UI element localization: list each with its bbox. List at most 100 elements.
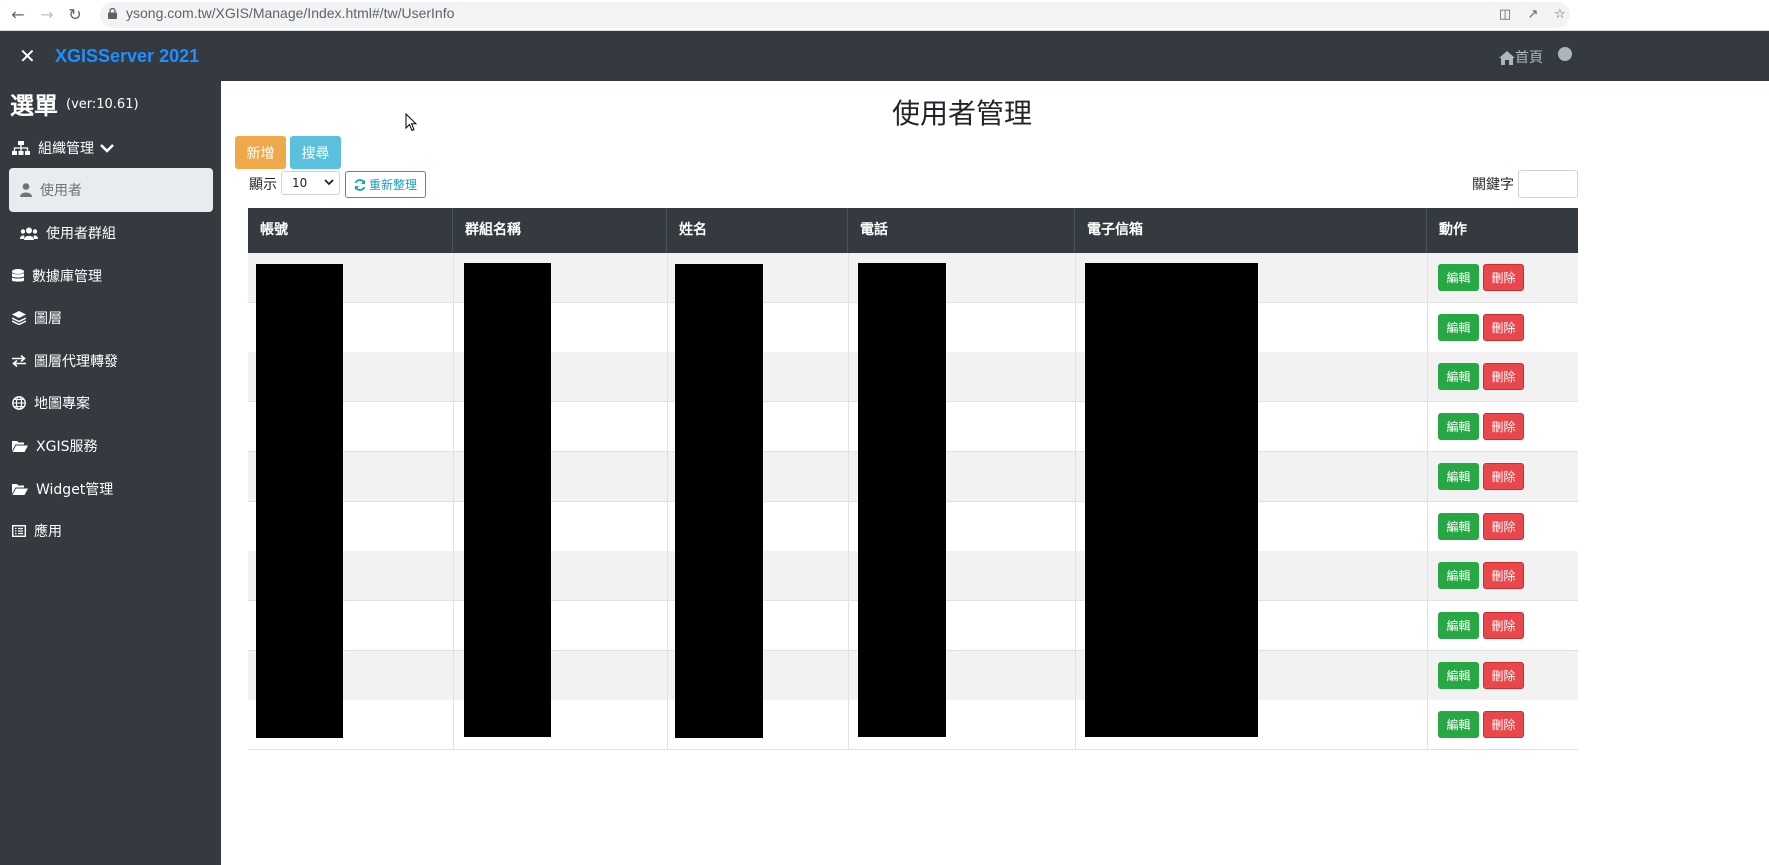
column-divider xyxy=(667,402,668,452)
redacted-block xyxy=(464,263,551,737)
column-divider xyxy=(1075,700,1076,750)
column-divider xyxy=(848,451,849,501)
column-header-email[interactable]: 電子信箱 xyxy=(1075,208,1427,253)
delete-button[interactable]: 刪除 xyxy=(1483,462,1524,490)
add-button[interactable]: 新增 xyxy=(235,136,286,169)
delete-button[interactable]: 刪除 xyxy=(1483,512,1524,540)
column-header-phone[interactable]: 電話 xyxy=(848,208,1075,253)
page-size-value: 10 xyxy=(292,176,308,190)
column-divider xyxy=(1427,650,1428,700)
column-divider xyxy=(453,551,454,601)
refresh-button[interactable]: 重新整理 xyxy=(345,171,426,198)
refresh-label: 重新整理 xyxy=(368,178,417,192)
edit-button[interactable]: 編輯 xyxy=(1438,264,1479,291)
forward-icon[interactable]: → xyxy=(37,5,57,25)
delete-button[interactable]: 刪除 xyxy=(1483,264,1524,291)
delete-button[interactable]: 刪除 xyxy=(1483,413,1524,441)
home-link[interactable]: 首頁 xyxy=(1499,47,1543,67)
sidebar-item-map-projects[interactable]: 地圖專案 xyxy=(12,391,90,415)
keyword-input[interactable] xyxy=(1518,170,1578,198)
sidebar-item-label: Widget管理 xyxy=(36,482,114,498)
user-icon xyxy=(20,183,32,197)
column-divider xyxy=(848,551,849,601)
column-divider xyxy=(848,700,849,750)
close-menu-icon[interactable]: ✕ xyxy=(19,46,37,66)
share-icon[interactable]: ↗ xyxy=(1524,6,1542,24)
column-divider xyxy=(1075,253,1076,302)
delete-button[interactable]: 刪除 xyxy=(1483,562,1524,590)
edit-button[interactable]: 編輯 xyxy=(1438,611,1479,639)
edit-button[interactable]: 編輯 xyxy=(1438,363,1479,391)
column-divider xyxy=(848,650,849,700)
back-icon[interactable]: ← xyxy=(8,5,28,25)
redacted-block xyxy=(675,264,763,738)
table-header: 帳號 群組名稱 姓名 電話 電子信箱 動作 xyxy=(248,208,1578,253)
sidebar-item-layer-proxy[interactable]: 圖層代理轉發 xyxy=(12,349,118,373)
column-divider xyxy=(667,600,668,650)
column-divider xyxy=(1427,600,1428,650)
brand-title[interactable]: XGISServer 2021 xyxy=(55,46,199,67)
column-divider xyxy=(1427,501,1428,551)
column-divider xyxy=(453,501,454,551)
bookmark-star-icon[interactable]: ☆ xyxy=(1551,6,1569,24)
sidebar-item-xgis-services[interactable]: XGIS服務 xyxy=(12,434,97,458)
users-icon xyxy=(20,227,38,240)
sidebar-item-database[interactable]: 數據庫管理 xyxy=(12,264,102,288)
show-label: 顯示 xyxy=(249,177,277,193)
column-divider xyxy=(1427,551,1428,601)
column-divider xyxy=(667,551,668,601)
sidebar-item-label: 組織管理 xyxy=(38,141,94,157)
column-divider xyxy=(667,253,668,302)
column-divider xyxy=(848,302,849,352)
delete-button[interactable]: 刪除 xyxy=(1483,611,1524,639)
delete-button[interactable]: 刪除 xyxy=(1483,661,1524,689)
chevron-down-icon xyxy=(324,179,334,186)
edit-button[interactable]: 編輯 xyxy=(1438,313,1479,341)
sidebar-item-user-groups[interactable]: 使用者群組 xyxy=(20,221,116,245)
sidebar-item-label: 地圖專案 xyxy=(34,396,90,412)
column-divider xyxy=(1075,402,1076,452)
edit-button[interactable]: 編輯 xyxy=(1438,562,1479,590)
sidebar-item-widget-management[interactable]: Widget管理 xyxy=(12,477,113,501)
sidebar-item-organization[interactable]: 組織管理 xyxy=(12,136,122,160)
database-icon xyxy=(12,269,24,282)
column-header-group-name[interactable]: 群組名稱 xyxy=(453,208,667,253)
keyword-label: 關鍵字 xyxy=(1472,177,1514,193)
page-size-select[interactable]: 10 xyxy=(281,171,340,195)
edit-button[interactable]: 編輯 xyxy=(1438,661,1479,689)
reload-icon[interactable]: ↻ xyxy=(65,5,85,25)
lock-icon xyxy=(108,8,117,19)
sidebar-item-layers[interactable]: 圖層 xyxy=(12,306,62,330)
edit-button[interactable]: 編輯 xyxy=(1438,711,1479,739)
exchange-icon xyxy=(12,355,26,367)
sidebar-item-users[interactable]: 使用者 xyxy=(9,168,213,212)
column-divider xyxy=(848,253,849,302)
list-icon xyxy=(12,525,26,537)
column-divider xyxy=(667,352,668,402)
sidebar-item-label: 應用 xyxy=(34,524,62,540)
delete-button[interactable]: 刪除 xyxy=(1483,313,1524,341)
translate-icon[interactable]: ◫ xyxy=(1496,6,1514,24)
column-divider xyxy=(453,352,454,402)
column-header-account[interactable]: 帳號 xyxy=(248,208,453,253)
column-divider xyxy=(1075,352,1076,402)
folder-open-icon xyxy=(12,484,28,495)
delete-button[interactable]: 刪除 xyxy=(1483,363,1524,391)
delete-button[interactable]: 刪除 xyxy=(1483,711,1524,739)
browser-toolbar: ← → ↻ ysong.com.tw/XGIS/Manage/Index.htm… xyxy=(0,0,1769,31)
url-text[interactable]: ysong.com.tw/XGIS/Manage/Index.html#/tw/… xyxy=(126,5,454,21)
user-account-icon[interactable] xyxy=(1558,47,1572,61)
refresh-icon xyxy=(354,178,366,191)
mouse-cursor-icon xyxy=(405,113,417,132)
sitemap-icon xyxy=(12,141,30,155)
column-divider xyxy=(1075,501,1076,551)
folder-open-icon xyxy=(12,441,28,452)
sidebar-item-applications[interactable]: 應用 xyxy=(12,519,62,543)
edit-button[interactable]: 編輯 xyxy=(1438,512,1479,540)
search-button[interactable]: 搜尋 xyxy=(290,136,341,169)
edit-button[interactable]: 編輯 xyxy=(1438,462,1479,490)
home-icon xyxy=(1499,51,1515,65)
edit-button[interactable]: 編輯 xyxy=(1438,413,1479,441)
column-header-name[interactable]: 姓名 xyxy=(667,208,848,253)
column-divider xyxy=(1427,253,1428,302)
